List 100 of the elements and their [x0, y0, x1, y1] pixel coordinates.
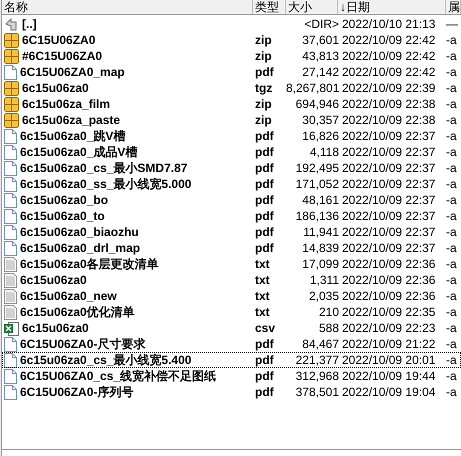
file-row[interactable]: 6c15u06za0_bo pdf 48,161 2022/10/09 22:37 -a [2, 192, 461, 208]
file-row[interactable]: 6C15U06ZA0-尺寸要求 pdf 84,467 2022/10/09 21:22 -a [2, 336, 461, 352]
file-date: 2022/10/09 22:36 [342, 257, 436, 271]
archive-icon [4, 48, 19, 64]
file-row[interactable]: 6c15u06za0_to pdf 186,136 2022/10/09 22:37 -a [2, 208, 461, 224]
file-size: 378,501 [296, 385, 339, 399]
up-arrow-folder-icon [4, 17, 19, 31]
file-attributes: -a [446, 369, 457, 383]
file-size: 84,467 [302, 337, 339, 351]
file-row[interactable]: 6c15u06za_film zip 694,946 2022/10/09 22:38 -a [2, 96, 461, 112]
page-icon [4, 128, 17, 144]
file-size: 17,099 [302, 257, 339, 271]
page-icon [4, 64, 17, 80]
file-attributes: -a [446, 97, 457, 111]
page-icon [4, 208, 17, 224]
column-header[interactable]: 属 [446, 0, 461, 14]
file-name: 6c15u06za_film [22, 97, 110, 111]
file-row[interactable]: 6c15u06za0_drl_map pdf 14,839 2022/10/09 22:37 -a [2, 240, 461, 256]
file-date: 2022/10/10 21:13 [342, 17, 436, 31]
file-attributes: -a [446, 321, 457, 335]
file-size: 11,941 [303, 225, 339, 239]
archive-icon [4, 112, 19, 128]
file-name: 6C15U06ZA0_cs_线宽补偿不足图纸 [20, 369, 216, 383]
column-header[interactable]: 大小 [286, 0, 338, 14]
file-attributes: -a [446, 161, 457, 175]
file-name: 6c15u06za0_biaozhu [20, 225, 139, 239]
file-row[interactable]: 6c15u06za0_成品V槽 pdf 4,118 2022/10/09 22:37 -a [2, 144, 461, 160]
file-attributes: -a [446, 33, 457, 47]
file-row[interactable]: 6C15U06ZA0-序列号 pdf 378,501 2022/10/09 19:04 -a [2, 384, 461, 400]
column-header[interactable]: ↓日期 [338, 0, 446, 14]
file-row[interactable]: 6c15u06za0_ss_最小线宽5.000 pdf 171,052 2022/10/09 22:37 -a [2, 176, 461, 192]
file-row[interactable]: 6C15U06ZA0_cs_线宽补偿不足图纸 pdf 312,968 2022/10/09 19:44 -a [2, 368, 461, 384]
file-type: zip [255, 97, 272, 111]
file-name: 6c15u06za0_cs_最小SMD7.87 [20, 161, 188, 175]
file-size: 171,052 [296, 177, 339, 191]
file-row[interactable]: 6c15u06za0_cs_最小SMD7.87 pdf 192,495 2022/10/09 22:37 -a [2, 160, 461, 176]
text-file-icon [4, 304, 17, 320]
file-date: 2022/10/09 22:36 [342, 289, 436, 303]
file-attributes: -a [446, 193, 457, 207]
file-size: 8,267,801 [286, 81, 340, 95]
file-name: 6c15u06za0_跳V槽 [20, 129, 126, 143]
file-row[interactable]: 6c15u06za0_new txt 2,035 2022/10/09 22:36 -a [2, 288, 461, 304]
file-size: 221,377 [296, 353, 339, 367]
file-row[interactable]: 6c15u06za0_cs_最小线宽5.400 pdf 221,377 2022/10/09 20:01 -a [2, 352, 461, 368]
file-date: 2022/10/09 22:38 [342, 97, 436, 111]
file-type: pdf [255, 209, 274, 223]
file-type: pdf [255, 65, 274, 79]
file-row[interactable]: 6c15u06za0 tgz 8,267,801 2022/10/09 22:39 -a [2, 80, 461, 96]
file-row[interactable]: 6c15u06za0_biaozhu pdf 11,941 2022/10/09 22:37 -a [2, 224, 461, 240]
file-attributes: -a [446, 145, 457, 159]
file-row[interactable]: [..] <DIR> 2022/10/10 21:13 — [2, 16, 461, 32]
file-attributes: -a [446, 177, 457, 191]
file-name: 6c15u06za0_to [20, 209, 105, 223]
file-name: 6c15u06za0_成品V槽 [20, 145, 138, 159]
page-icon [4, 192, 17, 208]
file-size: 210 [318, 305, 339, 319]
file-attributes: -a [446, 385, 457, 399]
text-file-icon [4, 256, 17, 272]
file-attributes: — [446, 17, 458, 31]
file-date: 2022/10/09 22:42 [342, 49, 436, 63]
file-date: 2022/10/09 22:37 [342, 209, 436, 223]
file-attributes: -a [446, 209, 457, 223]
file-size: 14,839 [302, 241, 339, 255]
page-icon [4, 336, 17, 352]
file-date: 2022/10/09 22:37 [342, 241, 436, 255]
file-row[interactable]: #6C15U06ZA0 zip 43,813 2022/10/09 22:42 -a [2, 48, 461, 64]
column-header[interactable]: 名称 [2, 0, 253, 14]
file-date: 2022/10/09 20:01 [342, 353, 436, 367]
file-size: 588 [318, 321, 339, 335]
file-name: 6c15u06za0各层更改清单 [20, 257, 159, 271]
file-name: #6C15U06ZA0 [22, 49, 102, 63]
file-size: 186,136 [296, 209, 339, 223]
file-row[interactable]: 6c15u06za0 txt 1,311 2022/10/09 22:36 -a [2, 272, 461, 288]
file-row[interactable]: 6C15U06ZA0_map pdf 27,142 2022/10/09 22:42 -a [2, 64, 461, 80]
file-row[interactable]: 6c15u06za0优化清单 txt 210 2022/10/09 22:35 -a [2, 304, 461, 320]
file-type: txt [255, 289, 270, 303]
file-row[interactable]: 6c15u06za0 csv 588 2022/10/09 22:23 -a [2, 320, 461, 336]
file-date: 2022/10/09 22:36 [342, 273, 436, 287]
file-date: 2022/10/09 22:37 [342, 161, 436, 175]
file-attributes: -a [446, 257, 457, 271]
file-attributes: -a [446, 337, 457, 351]
file-row[interactable]: 6c15u06za0各层更改清单 txt 17,099 2022/10/09 22:36 -a [2, 256, 461, 272]
file-row[interactable]: 6c15u06za0_跳V槽 pdf 16,826 2022/10/09 22:37 -a [2, 128, 461, 144]
file-date: 2022/10/09 22:37 [342, 225, 436, 239]
file-type: tgz [255, 81, 272, 95]
file-attributes: -a [446, 49, 457, 63]
column-header[interactable]: 类型 [253, 0, 286, 14]
file-date: 2022/10/09 22:42 [342, 65, 436, 79]
file-date: 2022/10/09 21:22 [342, 337, 436, 351]
archive-icon [4, 80, 19, 96]
file-date: 2022/10/09 22:35 [342, 305, 436, 319]
file-row[interactable]: 6C15U06ZA0 zip 37,601 2022/10/09 22:42 -a [2, 32, 461, 48]
page-icon [4, 368, 17, 384]
file-size: 37,601 [302, 33, 339, 47]
file-attributes: -a [446, 241, 457, 255]
file-attributes: -a [446, 65, 457, 79]
file-type: zip [255, 113, 272, 127]
page-icon [4, 240, 17, 256]
file-size: <DIR> [304, 17, 339, 31]
file-row[interactable]: 6c15u06za_paste zip 30,357 2022/10/09 22:38 -a [2, 112, 461, 128]
